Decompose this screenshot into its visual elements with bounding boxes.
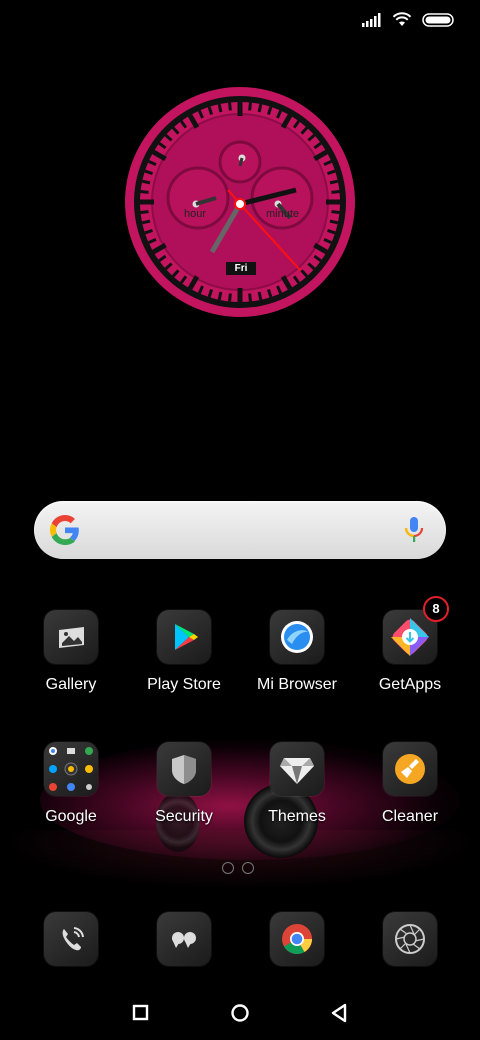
app-themes[interactable]: Themes <box>242 742 352 826</box>
dock-chrome[interactable] <box>242 912 352 966</box>
page-dot <box>242 862 254 874</box>
app-label: Cleaner <box>381 808 439 825</box>
home-button[interactable] <box>225 998 255 1028</box>
themes-icon <box>270 742 324 796</box>
app-label: Mi Browser <box>256 676 337 693</box>
app-mi-browser[interactable]: Mi Browser <box>242 610 352 694</box>
app-label: Themes <box>268 808 326 825</box>
status-bar <box>0 0 480 44</box>
google-mic-icon[interactable] <box>404 516 424 544</box>
navigation-bar <box>0 990 480 1034</box>
phone-icon <box>44 912 98 966</box>
folder-google[interactable]: Google <box>16 742 126 826</box>
chrome-icon <box>270 912 324 966</box>
page-dot <box>222 862 234 874</box>
back-button[interactable] <box>324 998 354 1028</box>
app-play-store[interactable]: Play Store <box>129 610 239 694</box>
wifi-icon <box>392 12 412 26</box>
signal-icon <box>362 12 381 27</box>
dock-messages[interactable] <box>129 912 239 966</box>
dock-camera[interactable] <box>355 912 465 966</box>
messages-icon <box>157 912 211 966</box>
app-label: GetApps <box>378 676 442 693</box>
clock-widget[interactable]: hour minute Fri <box>124 86 356 318</box>
app-cleaner[interactable]: Cleaner <box>355 742 465 826</box>
dock-phone[interactable] <box>16 912 126 966</box>
recents-button[interactable] <box>126 998 156 1028</box>
google-folder-icon <box>44 742 98 796</box>
battery-icon <box>422 12 454 27</box>
app-label: Gallery <box>45 676 97 693</box>
app-getapps[interactable]: 8 GetApps <box>355 596 465 694</box>
app-label: Google <box>45 808 97 825</box>
app-security[interactable]: Security <box>129 742 239 826</box>
app-gallery[interactable]: Gallery <box>16 610 126 694</box>
page-indicator <box>222 862 254 874</box>
clock-day-label: Fri <box>234 263 248 274</box>
gallery-icon <box>44 610 98 664</box>
camera-icon <box>383 912 437 966</box>
security-shield-icon <box>157 742 211 796</box>
play-store-icon <box>157 610 211 664</box>
mi-browser-icon <box>270 610 324 664</box>
google-g-icon <box>50 515 79 545</box>
clock-minute-subdial-label: minute <box>266 208 300 220</box>
getapps-icon: 8 <box>383 596 449 664</box>
clock-hour-subdial-label: hour <box>184 208 207 220</box>
notification-badge: 8 <box>423 596 449 622</box>
cleaner-brush-icon <box>383 742 437 796</box>
app-label: Security <box>155 808 213 825</box>
google-search-bar[interactable] <box>34 501 446 559</box>
app-label: Play Store <box>147 676 221 693</box>
